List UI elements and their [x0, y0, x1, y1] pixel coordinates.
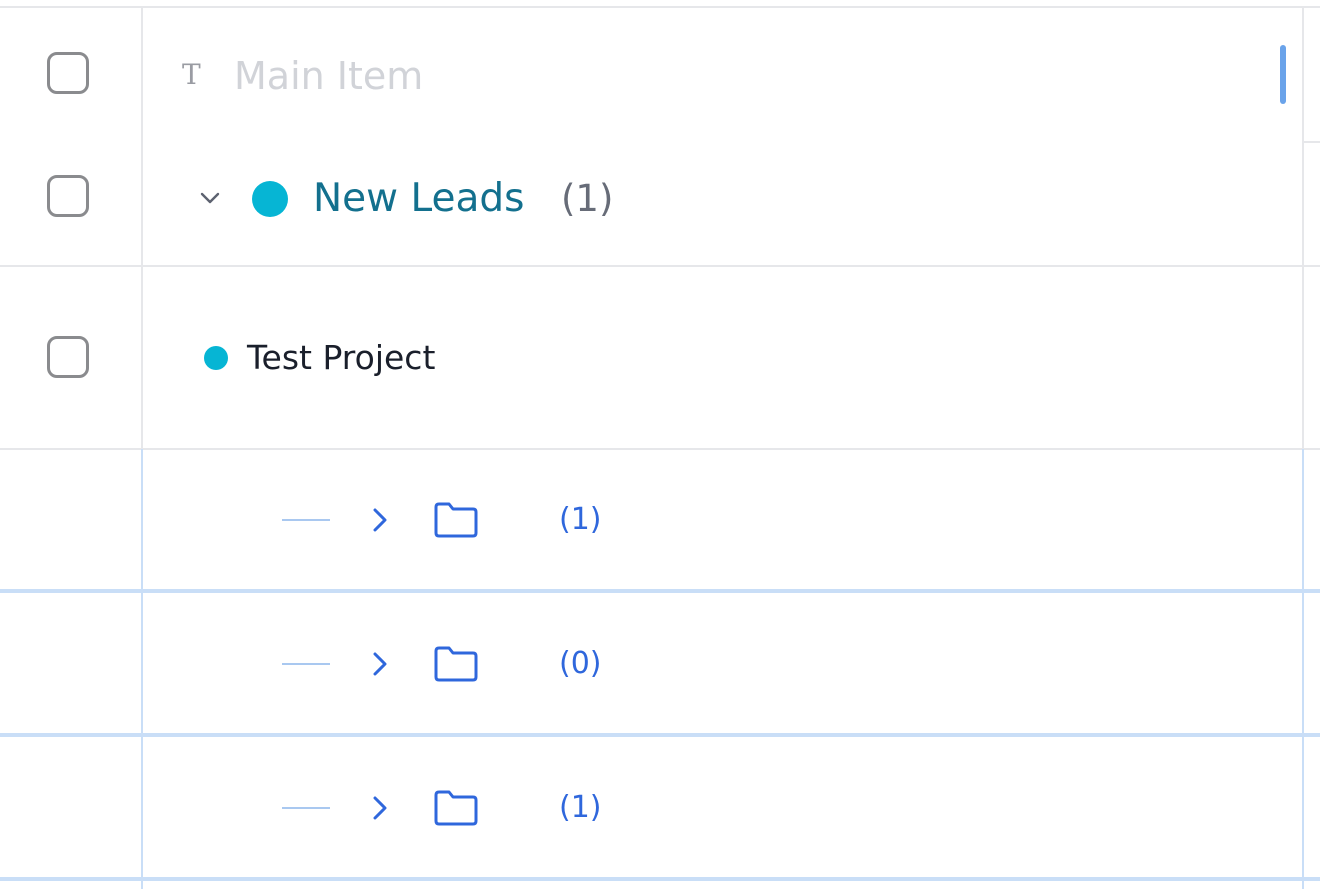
scrollbar-thumb[interactable]	[1280, 45, 1286, 104]
item-checkbox[interactable]	[47, 336, 89, 378]
chevron-right-icon[interactable]	[370, 505, 390, 535]
checkbox-column-divider	[141, 6, 143, 449]
chevron-down-icon[interactable]	[197, 189, 223, 207]
folder-icon[interactable]	[432, 789, 480, 827]
folder-icon[interactable]	[432, 645, 480, 683]
item-color-dot	[204, 346, 228, 370]
row-divider	[0, 265, 1320, 267]
chevron-right-icon[interactable]	[370, 793, 390, 823]
subgroup-row[interactable]: (1)	[0, 737, 1320, 877]
text-type-icon: T	[182, 58, 201, 91]
table-top-border	[0, 6, 1320, 8]
subgroup-connector	[282, 807, 330, 809]
subgroup-row[interactable]: (1)	[0, 449, 1320, 589]
chevron-right-icon[interactable]	[370, 649, 390, 679]
header-column-divider	[1304, 141, 1320, 143]
right-column-divider	[1302, 6, 1304, 449]
subgroup-connector	[282, 663, 330, 665]
subgroup-row[interactable]: (0)	[0, 593, 1320, 733]
subgroup-connector	[282, 519, 330, 521]
subgroup-count: (1)	[559, 502, 602, 537]
group-color-dot	[252, 181, 288, 217]
main-item-input[interactable]	[234, 48, 1274, 104]
group-checkbox[interactable]	[47, 175, 89, 217]
subgroup-count: (1)	[559, 790, 602, 825]
group-item-count: (1)	[561, 177, 614, 220]
select-all-checkbox[interactable]	[47, 52, 89, 94]
subgroup-divider	[0, 877, 1320, 881]
subgroup-count: (0)	[559, 646, 602, 681]
group-title[interactable]: New Leads	[313, 174, 524, 224]
board-table: T New Leads (1) Test Project (1) (0)	[0, 0, 1320, 889]
item-title[interactable]: Test Project	[247, 336, 435, 380]
folder-icon[interactable]	[432, 501, 480, 539]
